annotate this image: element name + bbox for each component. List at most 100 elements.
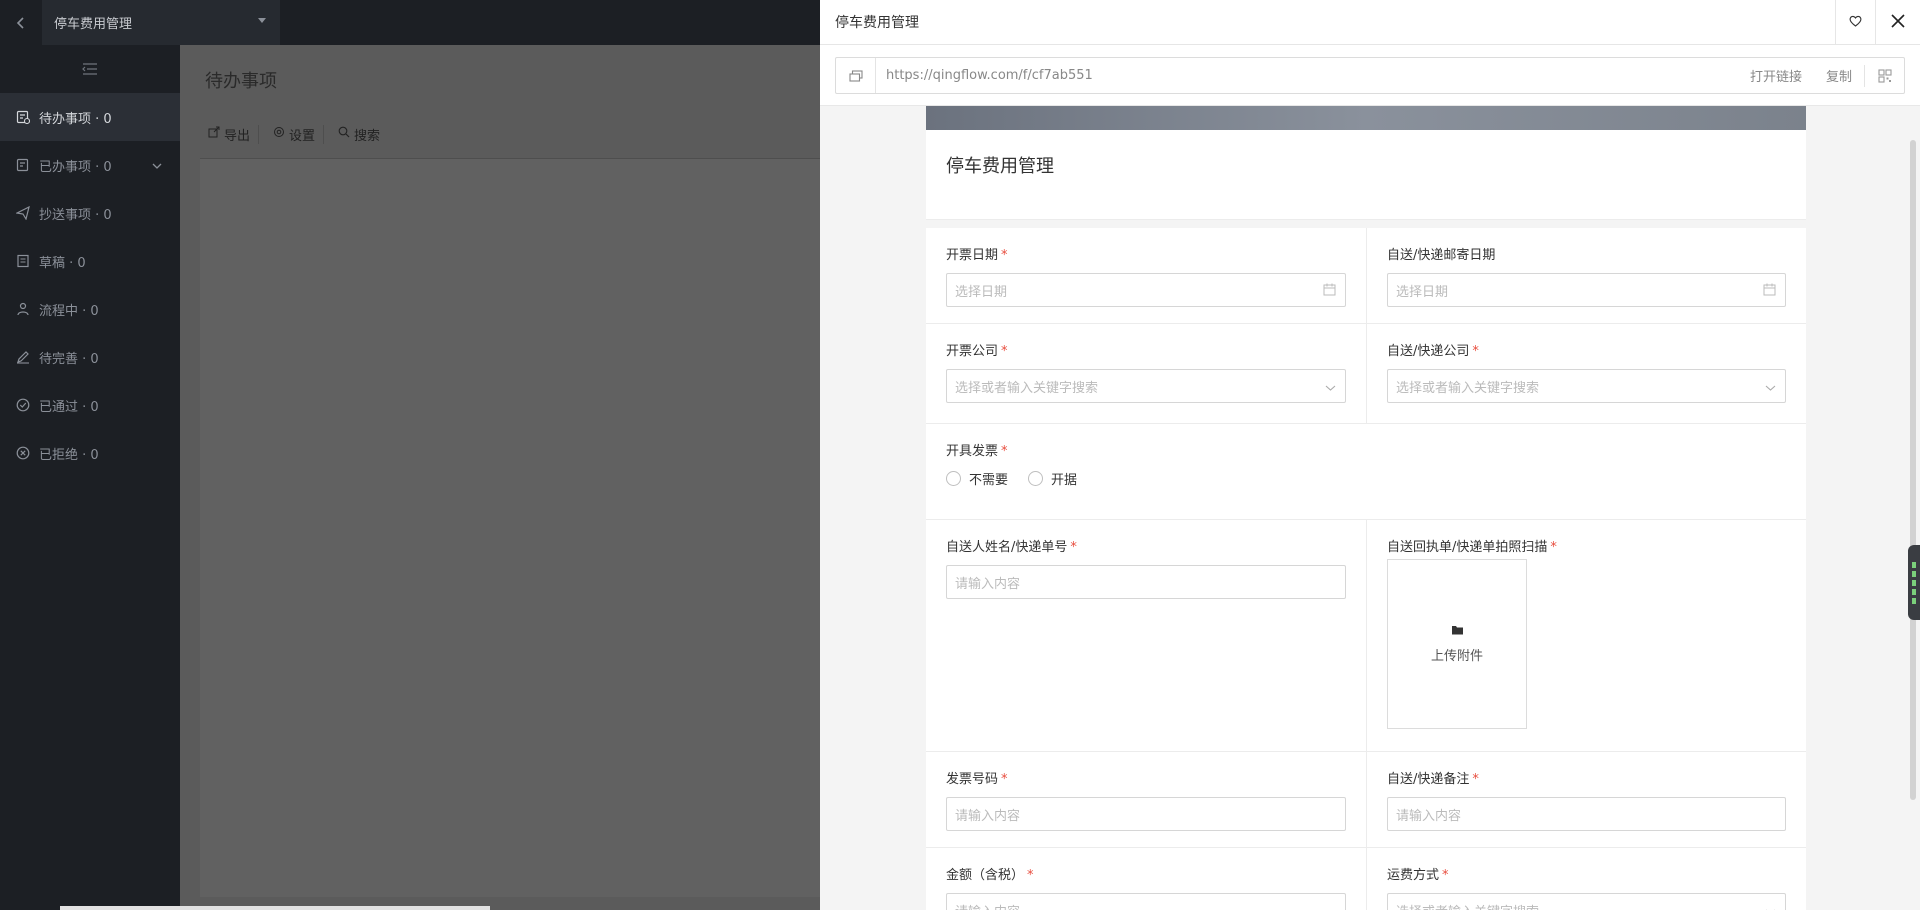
sidebar-item-label: 已拒绝 · 0 xyxy=(39,447,99,463)
record-drawer: 停车费用管理 https://qingflow.com/f/cf7ab551 打… xyxy=(820,0,1920,910)
field-label: 开具发票 * xyxy=(946,444,1008,459)
done-list-icon xyxy=(15,157,31,173)
radio-circle-icon xyxy=(946,471,961,486)
form-row: 开票公司 * 选择或者输入关键字搜索 自送/快递公司 * 选择或者输入关键字搜索 xyxy=(926,324,1806,424)
copy-window-icon[interactable] xyxy=(836,58,876,93)
sidebar-item-label: 待完善 · 0 xyxy=(39,351,99,367)
field-delivery-company: 自送/快递公司 * 选择或者输入关键字搜索 xyxy=(1366,324,1806,423)
field-sender-name: 自送人姓名/快递单号 * 请输入内容 xyxy=(926,520,1366,751)
calendar-icon xyxy=(1763,283,1776,300)
favorite-button[interactable] xyxy=(1835,0,1875,45)
form-row: 自送人姓名/快递单号 * 请输入内容 自送回执单/快递单拍照扫描 * 上传附件 xyxy=(926,520,1806,752)
field-label: 自送回执单/快递单拍照扫描 * xyxy=(1387,540,1557,555)
sidebar-item-label: 已办事项 · 0 xyxy=(39,159,112,175)
radio-circle-icon xyxy=(1028,471,1044,486)
edit-icon xyxy=(15,349,31,365)
close-button[interactable] xyxy=(1875,0,1920,45)
horizontal-scrollbar[interactable] xyxy=(60,906,490,910)
delivery-company-select[interactable]: 选择或者输入关键字搜索 xyxy=(1387,369,1786,403)
todo-list-icon xyxy=(15,109,31,125)
field-label: 自送人姓名/快递单号 * xyxy=(946,540,1077,555)
form-body: 开票日期 * 选择日期 自送/快递邮寄日期 选择日期 开票公司 * 选择或者输入… xyxy=(926,228,1806,910)
field-label: 自送/快递备注 * xyxy=(1387,772,1479,787)
flow-icon xyxy=(15,301,31,317)
sender-name-input[interactable]: 请输入内容 xyxy=(946,565,1346,599)
sidebar-item-cc[interactable]: 抄送事项 · 0 xyxy=(0,189,180,237)
draft-icon xyxy=(15,253,31,269)
sidebar-item-to-complete[interactable]: 待完善 · 0 xyxy=(0,333,180,381)
drawer-title: 停车费用管理 xyxy=(835,15,919,31)
field-amount: 金额（含税）* 请输入内容 xyxy=(926,848,1366,910)
list-panel xyxy=(200,159,820,897)
side-widget-handle[interactable] xyxy=(1908,545,1920,620)
invoice-number-input[interactable]: 请输入内容 xyxy=(946,797,1346,831)
paper-plane-icon xyxy=(15,205,31,221)
settings-button[interactable]: 设置 xyxy=(265,124,325,144)
sidebar: 待办事项 · 0 已办事项 · 0 抄送事项 · 0 草稿 · 0 流程中 · … xyxy=(0,0,180,910)
form-gap xyxy=(926,220,1806,228)
field-invoice-date: 开票日期 * 选择日期 xyxy=(926,228,1366,323)
amount-input[interactable]: 请输入内容 xyxy=(946,893,1346,910)
folder-icon xyxy=(1451,624,1464,639)
calendar-icon xyxy=(1323,283,1336,300)
field-label: 自送/快递邮寄日期 xyxy=(1387,248,1496,263)
invoice-company-select[interactable]: 选择或者输入关键字搜索 xyxy=(946,369,1346,403)
back-icon[interactable] xyxy=(0,0,42,45)
field-receipt-scan: 自送回执单/快递单拍照扫描 * 上传附件 xyxy=(1366,520,1806,751)
sidebar-item-label: 待办事项 · 0 xyxy=(39,111,112,127)
sidebar-item-draft[interactable]: 草稿 · 0 xyxy=(0,237,180,285)
form-title: 停车费用管理 xyxy=(946,156,1054,177)
invoice-date-picker[interactable]: 选择日期 xyxy=(946,273,1346,307)
delivery-note-input[interactable]: 请输入内容 xyxy=(1387,797,1786,831)
settings-label: 设置 xyxy=(289,128,316,144)
open-link-button[interactable]: 打开链接 xyxy=(1738,66,1814,85)
link-box: https://qingflow.com/f/cf7ab551 打开链接 复制 xyxy=(835,57,1905,94)
gear-icon xyxy=(273,126,285,142)
field-label: 开票公司 * xyxy=(946,344,1008,359)
upload-attachment-button[interactable]: 上传附件 xyxy=(1387,559,1527,729)
search-label: 搜索 xyxy=(354,128,381,144)
sidebar-item-todo[interactable]: 待办事项 · 0 xyxy=(0,93,180,141)
field-shipping-method: 运费方式* 选择或者输入关键字搜索 xyxy=(1366,848,1806,910)
form-banner xyxy=(926,106,1806,130)
radio-option-issue[interactable]: 开据 xyxy=(1028,469,1077,488)
app-switcher[interactable]: 停车费用管理 xyxy=(42,0,280,45)
field-issue-invoice: 开具发票 * 不需要 开据 xyxy=(926,424,1806,519)
app-name: 停车费用管理 xyxy=(54,17,133,32)
drawer-scrollbar[interactable] xyxy=(1910,140,1916,800)
field-label: 自送/快递公司 * xyxy=(1387,344,1479,359)
list-toolbar: 导出 设置 搜索 xyxy=(200,115,388,153)
sidebar-item-rejected[interactable]: 已拒绝 · 0 xyxy=(0,429,180,477)
field-delivery-date: 自送/快递邮寄日期 选择日期 xyxy=(1366,228,1806,323)
main-content: 待办事项 导出 设置 搜索 xyxy=(180,45,820,910)
page-title: 待办事项 xyxy=(205,71,277,92)
drawer-header: 停车费用管理 xyxy=(820,0,1920,45)
sidebar-item-in-flow[interactable]: 流程中 · 0 xyxy=(0,285,180,333)
export-button[interactable]: 导出 xyxy=(200,124,260,144)
sidebar-item-label: 已通过 · 0 xyxy=(39,399,99,415)
copy-button[interactable]: 复制 xyxy=(1814,66,1864,85)
field-label: 运费方式 * xyxy=(1387,868,1449,883)
chevron-down-icon[interactable] xyxy=(152,159,162,174)
form-container: 停车费用管理 开票日期 * 选择日期 自送/快递邮寄日期 选择日期 开票公司 *… xyxy=(926,106,1806,910)
chevron-down-icon xyxy=(1765,905,1776,910)
search-button[interactable]: 搜索 xyxy=(330,125,388,144)
chevron-down-icon xyxy=(1765,381,1776,396)
delivery-date-picker[interactable]: 选择日期 xyxy=(1387,273,1786,307)
radio-option-not-needed[interactable]: 不需要 xyxy=(946,469,1008,488)
field-delivery-note: 自送/快递备注 * 请输入内容 xyxy=(1366,752,1806,847)
shipping-method-select[interactable]: 选择或者输入关键字搜索 xyxy=(1387,893,1786,910)
form-row: 金额（含税）* 请输入内容 运费方式* 选择或者输入关键字搜索 xyxy=(926,848,1806,910)
sidebar-item-done[interactable]: 已办事项 · 0 xyxy=(0,141,180,189)
chevron-down-icon xyxy=(1325,381,1336,396)
field-invoice-number: 发票号码 * 请输入内容 xyxy=(926,752,1366,847)
collapse-menu-icon[interactable] xyxy=(0,45,180,93)
qr-code-icon[interactable] xyxy=(1864,64,1904,87)
sidebar-item-approved[interactable]: 已通过 · 0 xyxy=(0,381,180,429)
sidebar-item-label: 抄送事项 · 0 xyxy=(39,207,112,223)
form-row: 开票日期 * 选择日期 自送/快递邮寄日期 选择日期 xyxy=(926,228,1806,324)
x-circle-icon xyxy=(15,445,31,461)
export-icon xyxy=(208,126,220,142)
form-row: 发票号码 * 请输入内容 自送/快递备注 * 请输入内容 xyxy=(926,752,1806,848)
share-url[interactable]: https://qingflow.com/f/cf7ab551 xyxy=(876,68,1738,83)
